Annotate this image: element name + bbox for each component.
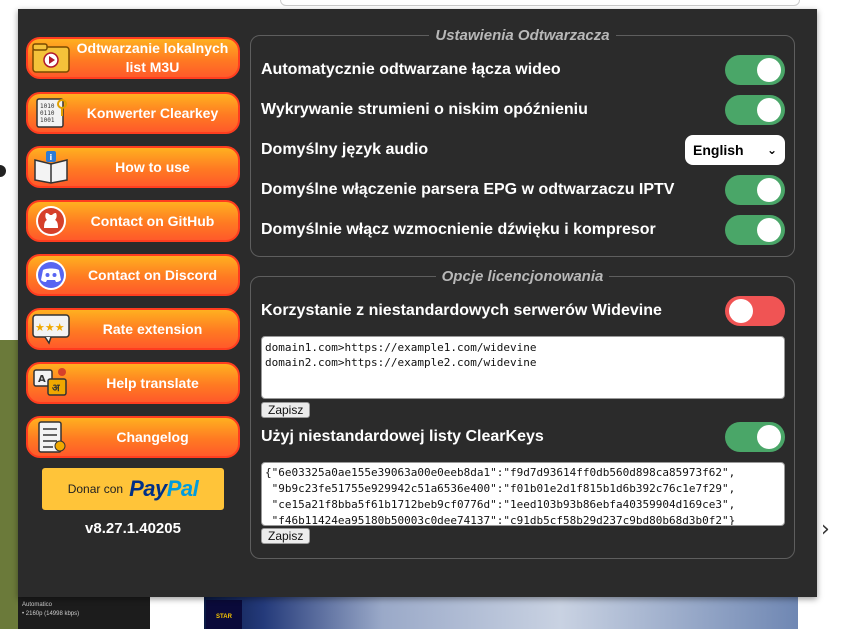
- rate-extension-button[interactable]: ★★★ Rate extension: [26, 308, 240, 350]
- svg-text:i: i: [50, 153, 53, 162]
- svg-text:1010: 1010: [40, 103, 55, 110]
- widevine-toggle[interactable]: [725, 296, 785, 326]
- setting-low-latency: Wykrywanie strumieni o niskim opóźnieniu: [261, 95, 785, 125]
- binary-key-icon: 1010 0110 1001: [29, 95, 73, 131]
- github-icon: [29, 203, 73, 239]
- setting-clearkeys: Użyj niestandardowej listy ClearKeys: [261, 422, 785, 452]
- star-rating-icon: ★★★: [29, 311, 73, 347]
- widevine-servers-textarea[interactable]: domain1.com>https://example1.com/widevin…: [261, 336, 785, 399]
- paypal-logo: PayPal: [129, 476, 199, 501]
- sidebar-button-label: Changelog: [116, 428, 189, 445]
- donate-prefix: Donar con: [67, 482, 124, 496]
- channel-badge: STAR: [206, 600, 242, 629]
- changelog-button[interactable]: Changelog: [26, 416, 240, 458]
- low-latency-toggle[interactable]: [725, 95, 785, 125]
- setting-label: Korzystanie z niestandardowych serwerów …: [261, 302, 662, 319]
- svg-text:A: A: [38, 374, 46, 385]
- clearkey-converter-button[interactable]: 1010 0110 1001 Konwerter Clearkey: [26, 92, 240, 134]
- paypal-donate-button[interactable]: Donar con PayPal: [42, 468, 224, 510]
- sidebar-button-label: Contact on GitHub: [90, 212, 215, 229]
- github-button[interactable]: Contact on GitHub: [26, 200, 240, 242]
- setting-label: Domyślnie włącz wzmocnienie dźwięku i ko…: [261, 221, 656, 238]
- how-to-use-button[interactable]: i How to use: [26, 146, 240, 188]
- extension-popup: Odtwarzanie lokalnych list M3U 1010 0110 1…: [18, 9, 817, 597]
- setting-widevine: Korzystanie z niestandardowych serwerów …: [261, 296, 785, 326]
- setting-epg-parser: Domyślne włączenie parsera EPG w odtwarz…: [261, 175, 785, 205]
- checklist-icon: [29, 419, 73, 455]
- clearkeys-toggle[interactable]: [725, 422, 785, 452]
- setting-audio-boost: Domyślnie włącz wzmocnienie dźwięku i ko…: [261, 215, 785, 245]
- clearkeys-textarea[interactable]: {"6e03325a0ae155e39063a00e0eeb8da1":"f9d…: [261, 462, 785, 526]
- info-book-icon: i: [29, 149, 73, 185]
- setting-label: Użyj niestandardowej listy ClearKeys: [261, 428, 544, 445]
- translate-icon: Aअ: [29, 365, 73, 401]
- discord-icon: [29, 257, 73, 293]
- setting-label: Domyślne włączenie parsera EPG w odtwarz…: [261, 181, 675, 198]
- setting-label: Automatycznie odtwarzane łącza wideo: [261, 61, 561, 78]
- svg-text:1001: 1001: [40, 117, 55, 124]
- discord-button[interactable]: Contact on Discord: [26, 254, 240, 296]
- sidebar-button-label: How to use: [115, 158, 190, 175]
- background-thumbnail: [0, 340, 18, 629]
- svg-text:0110: 0110: [40, 110, 55, 117]
- license-options-title: Opcje licencjonowania: [441, 268, 604, 285]
- folder-play-icon: [29, 40, 73, 76]
- sidebar-button-label: Rate extension: [102, 320, 203, 337]
- setting-label: Wykrywanie strumieni o niskim opóźnieniu: [261, 101, 588, 118]
- sidebar-button-label: Contact on Discord: [87, 266, 218, 283]
- save-widevine-button[interactable]: Zapisz: [261, 402, 311, 418]
- epg-parser-toggle[interactable]: [725, 175, 785, 205]
- setting-label: Domyślny język audio: [261, 141, 429, 158]
- sidebar-button-label: Help translate: [106, 374, 199, 391]
- chevron-down-icon: ⌄: [766, 143, 777, 157]
- version-label: v8.27.1.40205: [85, 520, 181, 537]
- background-video-frame: [204, 597, 798, 629]
- svg-text:★★★: ★★★: [35, 321, 65, 334]
- page-bullet: [0, 165, 6, 177]
- audio-language-select[interactable]: English ⌄: [685, 135, 785, 165]
- local-m3u-button[interactable]: Odtwarzanie lokalnych list M3U: [26, 37, 240, 79]
- setting-autoplay: Automatycznie odtwarzane łącza wideo: [261, 55, 785, 85]
- video-quality-panel: Automatico • 2160p (14998 kbps): [18, 597, 150, 629]
- autoplay-toggle[interactable]: [725, 55, 785, 85]
- sidebar-button-label: Odtwarzanie lokalnych list M3U: [76, 40, 229, 75]
- player-settings-title: Ustawienia Odtwarzacza: [435, 27, 610, 44]
- sidebar-button-label: Konwerter Clearkey: [86, 104, 219, 121]
- setting-audio-language: Domyślny język audio English ⌄: [261, 135, 785, 165]
- chevron-right-icon[interactable]: ›: [821, 518, 837, 542]
- help-translate-button[interactable]: Aअ Help translate: [26, 362, 240, 404]
- browser-address-bar: [280, 0, 800, 6]
- save-clearkeys-button[interactable]: Zapisz: [261, 528, 311, 544]
- audio-boost-toggle[interactable]: [725, 215, 785, 245]
